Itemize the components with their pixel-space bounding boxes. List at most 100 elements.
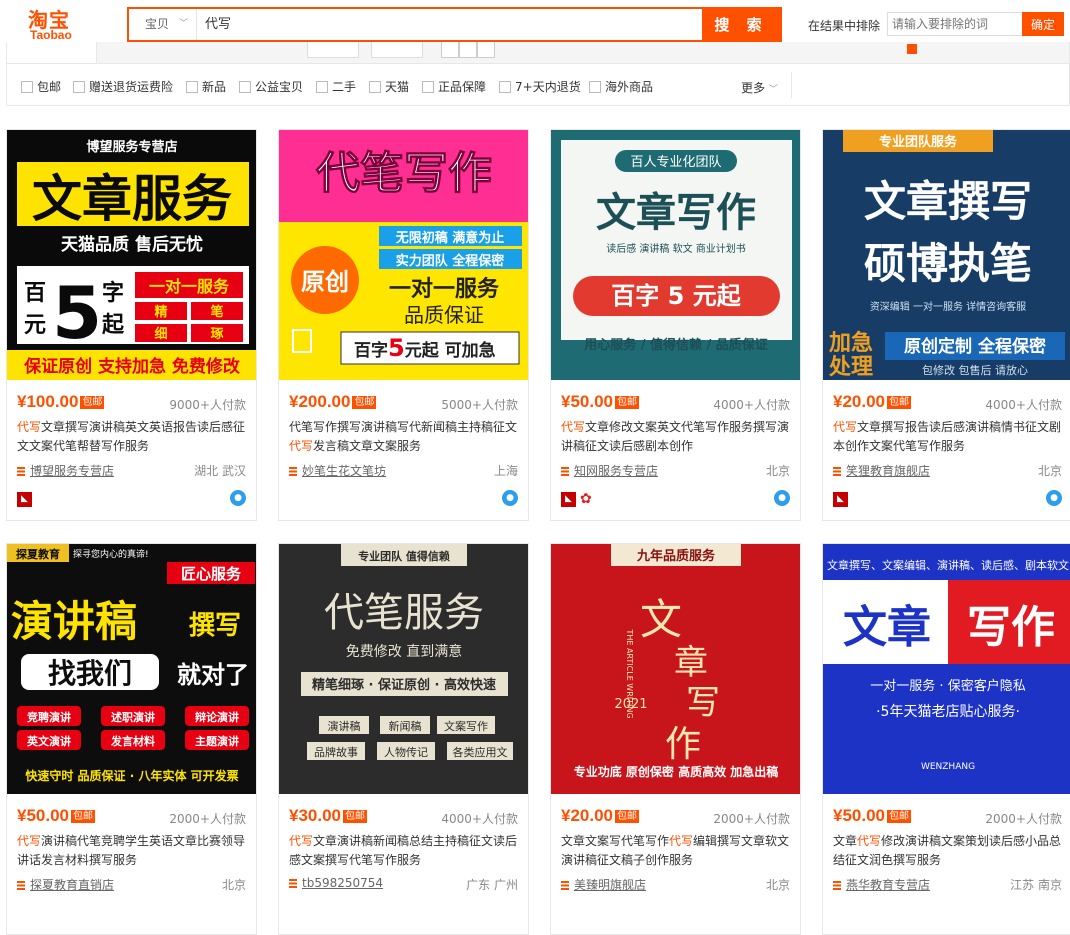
shop-icon [17,881,25,890]
img-text: 保证原创 支持加急 免费修改 [23,356,241,377]
product-image[interactable]: 代笔写作 无限初稿 满意为止 实力团队 全程保密 原创 一对一服务 品质保证 百… [279,130,528,380]
filter-return-insurance[interactable]: 赠送退货运费险 [73,79,173,95]
checkbox-icon[interactable] [186,81,198,93]
checkbox-icon[interactable] [369,81,381,93]
sort-tab-price[interactable] [203,42,263,63]
sort-tab-default[interactable] [7,42,97,63]
shop-link[interactable]: tb598250754 [289,876,383,890]
taobao-logo[interactable]: 淘宝 Taobao [16,4,96,44]
img-text: 资深编辑 一对一服务 详情咨询客服 [870,300,1026,313]
product-image-art: 专业团队服务 文章撰写 硕博执笔 资深编辑 一对一服务 详情咨询客服 加急 处理… [823,130,1070,380]
product-title-link[interactable]: 代写演讲稿代笔竞聘学生英语文章比赛领导讲话发言材料撰写服务 [17,832,251,870]
product-image-art: 代笔写作 无限初稿 满意为止 实力团队 全程保密 原创 一对一服务 品质保证 百… [279,130,528,380]
product-image-art: 专业团队 值得信赖 代笔服务 免费修改 直到满意 精笔细琢 · 保证原创 · 高… [279,544,528,794]
filter-genuine[interactable]: 正品保障 [422,79,486,95]
location: 上海 [493,464,518,478]
sort-tab-sales[interactable] [99,42,149,63]
product-card[interactable]: 代笔写作 无限初稿 满意为止 实力团队 全程保密 原创 一对一服务 品质保证 百… [278,129,529,521]
flower-icon[interactable]: ✿ [580,492,595,507]
filter-overseas[interactable]: 海外商品 [589,79,653,95]
checkbox-icon[interactable] [73,81,85,93]
product-card[interactable]: 探夏教育 探寻您内心的真谛! 匠心服务 演讲稿 撰写 找我们 就对了 竞聘演讲 … [6,543,257,935]
tmall-icon[interactable]: ◣ [561,492,576,507]
search-button[interactable]: 搜 索 [702,9,780,40]
list-view-icon[interactable] [459,42,477,58]
product-title-link[interactable]: 代写文章演讲稿新闻稿总结主持稿征文读后感文案撰写代笔写作服务 [289,832,523,870]
tmall-icon[interactable]: ◣ [17,492,32,507]
product-card[interactable]: 百人专业化团队 文章写作 读后感 演讲稿 软文 商业计划书 百字 5 元起 用心… [550,129,801,521]
product-title-link[interactable]: 代写文章撰写报告读后感演讲稿情书征文剧本创作文案代笔写作服务 [833,418,1067,456]
exclude-confirm-button[interactable]: 确定 [1022,12,1064,36]
product-card[interactable]: 专业团队服务 文章撰写 硕博执笔 资深编辑 一对一服务 详情咨询客服 加急 处理… [822,129,1070,521]
price-value: ¥100.00 [17,392,79,411]
chat-icon[interactable]: ● [502,490,518,506]
img-text: 品牌故事 [314,745,358,759]
img-text: 字 [102,280,124,306]
img-text: 章 [674,643,708,683]
product-title-link[interactable]: 文章文案写代笔写作代写编辑撰写文章软文演讲稿征文稿子创作服务 [561,832,795,870]
checkbox-icon[interactable] [316,81,328,93]
checkbox-icon[interactable] [239,81,251,93]
filter-7day-return[interactable]: 7+天内退货 [499,79,581,95]
product-image[interactable]: 文章撰写、文案编辑、演讲稿、读后感、剧本软文 文章 写作 一对一服务 · 保密客… [823,544,1070,794]
product-image[interactable]: 博望服务专营店 文章服务 天猫品质 售后无忧 百 元 5 字 起 一对一服务 精… [7,130,256,380]
price-value: ¥50.00 [833,806,885,825]
product-image[interactable]: 百人专业化团队 文章写作 读后感 演讲稿 软文 商业计划书 百字 5 元起 用心… [551,130,800,380]
sort-tab-credit[interactable] [151,42,201,63]
shop-link[interactable]: 美臻明旗舰店 [561,876,646,893]
product-card[interactable]: 博望服务专营店 文章服务 天猫品质 售后无忧 百 元 5 字 起 一对一服务 精… [6,129,257,521]
price-min-input[interactable] [307,42,359,58]
shop-link[interactable]: 妙笔生花文笔坊 [289,462,386,479]
price: ¥50.00 包邮 [561,392,639,412]
img-text: 精笔细琢 · 保证原创 · 高效快速 [312,677,496,693]
checkbox-icon[interactable] [422,81,434,93]
filter-label: 包邮 [37,80,62,94]
title-highlight: 代写 [833,420,858,434]
free-shipping-badge: 包邮 [615,810,639,823]
product-image[interactable]: 专业团队 值得信赖 代笔服务 免费修改 直到满意 精笔细琢 · 保证原创 · 高… [279,544,528,794]
filter-new[interactable]: 新品 [186,79,226,95]
price-value: ¥30.00 [289,806,341,825]
exclude-input[interactable] [887,12,1022,36]
product-title-link[interactable]: 代笔写作撰写演讲稿写代新闻稿主持稿征文代写发言稿文章文案服务 [289,418,523,456]
price-max-input[interactable] [371,42,423,58]
product-title-link[interactable]: 代写文章撰写演讲稿英文英语报告读后感征文文案代笔帮替写作服务 [17,418,251,456]
chevron-down-icon: ﹀ [768,85,778,95]
shop-link[interactable]: 知网服务专营店 [561,462,658,479]
product-image[interactable]: 探夏教育 探寻您内心的真谛! 匠心服务 演讲稿 撰写 找我们 就对了 竞聘演讲 … [7,544,256,794]
chat-icon[interactable]: ● [774,490,790,506]
img-text: 原创定制 全程保密 [904,336,1046,357]
img-text: 作 [665,724,701,765]
location: 北京 [221,878,246,892]
filters-more-button[interactable]: 更多 ﹀ [741,79,778,96]
img-text: 探夏教育 [16,547,60,561]
search-input[interactable] [201,9,701,40]
filter-baoyou[interactable]: 包邮 [21,79,61,95]
product-card[interactable]: 专业团队 值得信赖 代笔服务 免费修改 直到满意 精笔细琢 · 保证原创 · 高… [278,543,529,935]
checkbox-icon[interactable] [589,81,601,93]
product-image[interactable]: 九年品质服务 文 章 写 作 THE ARTICLE WRITING 2021 … [551,544,800,794]
filter-charity[interactable]: 公益宝贝 [239,79,303,95]
product-card[interactable]: 九年品质服务 文 章 写 作 THE ARTICLE WRITING 2021 … [550,543,801,935]
checkbox-icon[interactable] [21,81,33,93]
product-card[interactable]: 文章撰写、文案编辑、演讲稿、读后感、剧本软文 文章 写作 一对一服务 · 保密客… [822,543,1070,935]
chat-icon[interactable]: ● [1046,490,1062,506]
shop-link[interactable]: 燕华教育专营店 [833,876,930,893]
shop-link[interactable]: 博望服务专营店 [17,462,114,479]
tmall-icon[interactable]: ◣ [833,492,848,507]
product-image[interactable]: 专业团队服务 文章撰写 硕博执笔 资深编辑 一对一服务 详情咨询客服 加急 处理… [823,130,1070,380]
filter-second-hand[interactable]: 二手 [316,79,356,95]
shop-link[interactable]: 笑狸教育旗舰店 [833,462,930,479]
product-title-link[interactable]: 代写文章修改文案英文代笔写作服务撰写演讲稿征文读后感剧本创作 [561,418,795,456]
filter-tmall[interactable]: 天猫 [369,79,409,95]
shop-link[interactable]: 探夏教育直销店 [17,876,114,893]
search-category-select[interactable]: 宝贝 ﹀ [129,9,197,40]
product-title-link[interactable]: 文章代写修改演讲稿文案策划读后感小品总结征文润色撰写服务 [833,832,1067,870]
grid-view-icon[interactable] [441,42,459,58]
location: 北京 [765,878,790,892]
header: 淘宝 Taobao 宝贝 ﹀ 搜 索 在结果中排除 确定 [0,0,1070,48]
view-toggle-icon[interactable] [477,42,495,58]
chat-icon[interactable]: ● [230,490,246,506]
location-marker-icon[interactable] [907,44,917,54]
checkbox-icon[interactable] [499,81,511,93]
